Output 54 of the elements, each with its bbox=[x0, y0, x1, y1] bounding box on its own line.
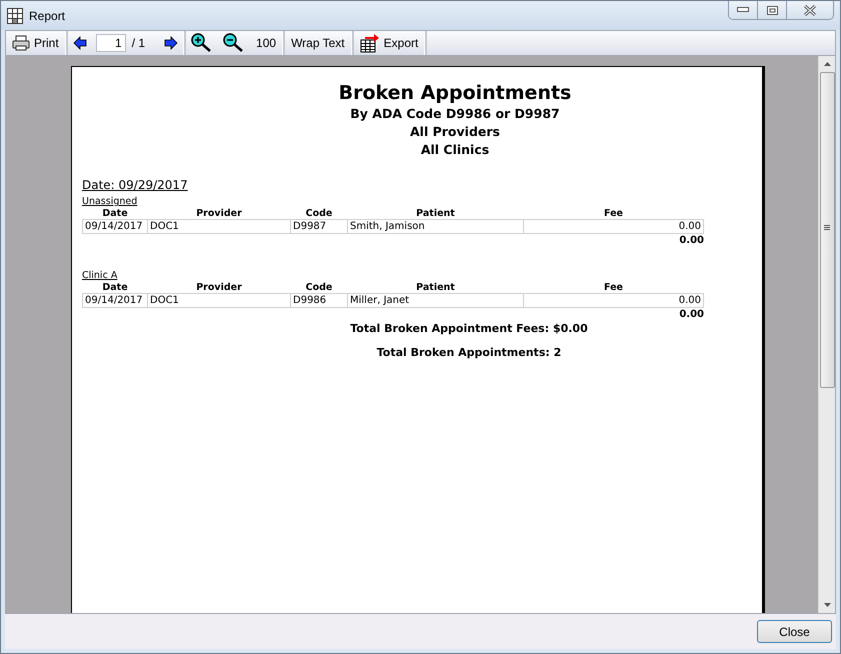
scrollbar[interactable] bbox=[818, 56, 835, 613]
spreadsheet-icon bbox=[360, 33, 380, 53]
zoom-out-icon bbox=[223, 33, 246, 53]
window-title: Report bbox=[29, 8, 66, 22]
report-subtitle: All Providers bbox=[410, 123, 500, 141]
close-button[interactable]: Close bbox=[757, 620, 832, 643]
scroll-up-icon[interactable] bbox=[824, 62, 830, 66]
maximize-icon[interactable] bbox=[766, 6, 778, 14]
report-title: Broken Appointments bbox=[338, 81, 572, 105]
table-cell: 09/14/2017 bbox=[82, 294, 148, 308]
scroll-thumb[interactable] bbox=[820, 72, 834, 388]
wrap-text-button[interactable]: Wrap Text bbox=[285, 31, 351, 55]
group-heading: Clinic A bbox=[82, 270, 118, 282]
report-date: Date: 09/29/2017 bbox=[82, 178, 188, 192]
table-cell: Smith, Jamison bbox=[348, 220, 524, 234]
left-arrow-icon bbox=[72, 36, 87, 50]
export-button[interactable]: Export bbox=[354, 31, 424, 55]
minimize-icon[interactable] bbox=[737, 7, 749, 13]
table-cell: 09/14/2017 bbox=[82, 220, 148, 234]
zoom-level-button[interactable]: 100 bbox=[250, 31, 282, 55]
printer-icon bbox=[12, 35, 30, 51]
column-header: Fee bbox=[524, 208, 704, 220]
grid-icon bbox=[7, 8, 23, 24]
grip-icon bbox=[824, 224, 830, 230]
report-subtitle: By ADA Code D9986 or D9987 bbox=[350, 105, 560, 123]
group-heading: Unassigned bbox=[82, 196, 138, 208]
table-cell: DOC1 bbox=[148, 294, 290, 308]
column-header: Patient bbox=[348, 282, 524, 294]
column-header: Patient bbox=[348, 208, 524, 220]
page-field[interactable]: 1 bbox=[96, 34, 126, 52]
zoom-in-icon bbox=[191, 33, 214, 53]
column-header: Provider bbox=[148, 282, 290, 294]
table-cell: 0.00 bbox=[524, 294, 704, 308]
column-header: Fee bbox=[524, 282, 704, 294]
page-count: / 1 bbox=[132, 36, 146, 50]
column-header: Provider bbox=[148, 208, 290, 220]
table-cell: D9987 bbox=[290, 220, 348, 234]
column-header: Date bbox=[82, 282, 148, 294]
total-line: Total Broken Appointments: 2 bbox=[376, 346, 562, 360]
close-icon[interactable] bbox=[803, 4, 817, 16]
table-cell: Miller, Janet bbox=[348, 294, 524, 308]
table-cell: 0.00 bbox=[524, 220, 704, 234]
report-subtitle: All Clinics bbox=[420, 141, 490, 159]
scroll-down-icon[interactable] bbox=[824, 603, 830, 607]
subtotal: 0.00 bbox=[679, 234, 704, 248]
right-arrow-icon bbox=[164, 36, 178, 50]
table-cell: DOC1 bbox=[148, 220, 290, 234]
total-line: Total Broken Appointment Fees: $0.00 bbox=[350, 322, 588, 336]
column-header: Code bbox=[290, 208, 348, 220]
print-button[interactable]: Print bbox=[6, 31, 65, 55]
column-header: Date bbox=[82, 208, 148, 220]
table-cell: D9986 bbox=[290, 294, 348, 308]
column-header: Code bbox=[290, 282, 348, 294]
subtotal: 0.00 bbox=[679, 308, 704, 322]
